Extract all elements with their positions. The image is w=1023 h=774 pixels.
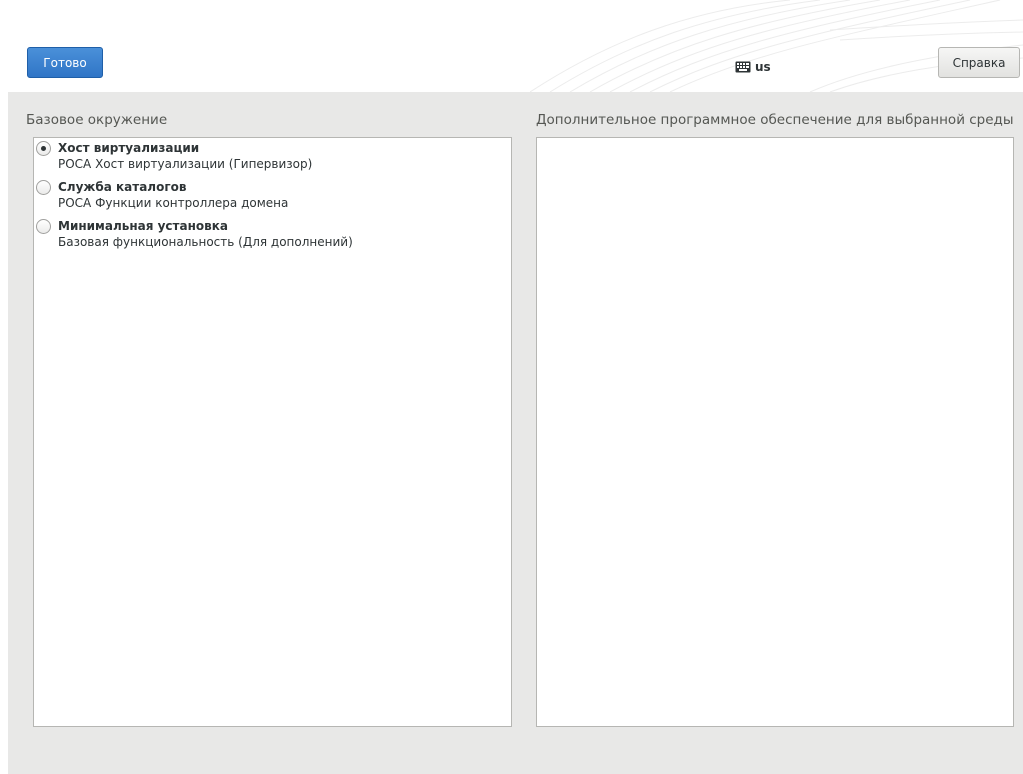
radio-button[interactable] bbox=[36, 219, 51, 234]
environment-title: Минимальная установка bbox=[58, 219, 228, 233]
header-bar: Готово us Справка bbox=[0, 0, 1023, 92]
software-selection-content: Базовое окружение Дополнительное програм… bbox=[8, 92, 1023, 774]
addons-heading: Дополнительное программное обеспечение д… bbox=[536, 112, 1014, 128]
environment-description: РОСА Функции контроллера домена bbox=[58, 196, 289, 210]
base-environment-list: Хост виртуализации РОСА Хост виртуализац… bbox=[33, 137, 512, 727]
environment-title: Служба каталогов bbox=[58, 180, 187, 194]
keyboard-layout-label: us bbox=[755, 60, 771, 74]
radio-button[interactable] bbox=[36, 141, 51, 156]
base-environment-heading: Базовое окружение bbox=[26, 112, 168, 128]
addons-list[interactable] bbox=[536, 137, 1014, 727]
keyboard-layout-indicator[interactable]: us bbox=[735, 59, 771, 75]
radio-button[interactable] bbox=[36, 180, 51, 195]
done-button[interactable]: Готово bbox=[27, 47, 103, 78]
environment-title: Хост виртуализации bbox=[58, 141, 200, 155]
keyboard-icon bbox=[735, 61, 751, 73]
environment-description: Базовая функциональность (Для дополнений… bbox=[58, 235, 353, 249]
environment-description: РОСА Хост виртуализации (Гипервизор) bbox=[58, 157, 313, 171]
help-button[interactable]: Справка bbox=[938, 47, 1020, 78]
header-decoration bbox=[530, 0, 1023, 92]
